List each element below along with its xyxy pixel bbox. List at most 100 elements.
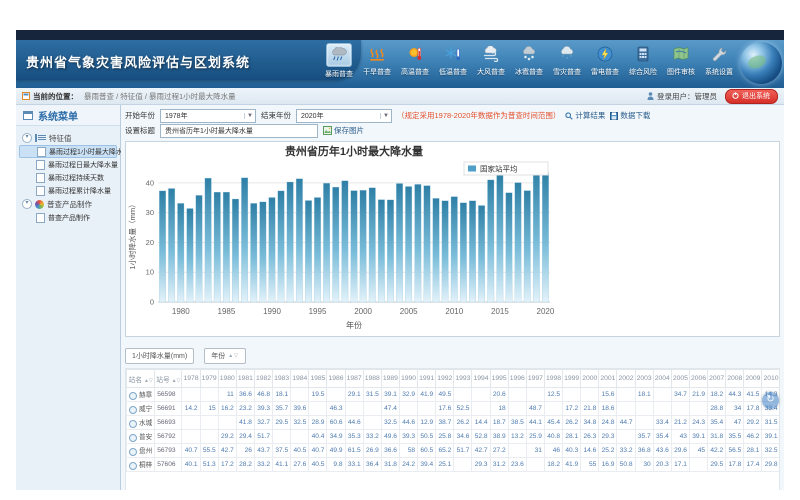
nav-item-大风普查[interactable]: 大风普查 (472, 43, 510, 85)
document-icon (36, 186, 45, 196)
precip-value (182, 388, 200, 402)
calculate-button[interactable]: 计算结果 (565, 110, 605, 121)
precip-value (508, 388, 526, 402)
nav-item-综合风险[interactable]: 综合风险 (624, 43, 662, 85)
tree-leaf-暴雨过程持续天数[interactable]: 暴雨过程持续天数 (19, 171, 117, 184)
expand-icon[interactable]: ▾ (22, 199, 32, 209)
tree-leaf-暴雨过程累计降水量[interactable]: 暴雨过程累计降水量 (19, 184, 117, 197)
col-header-year[interactable]: 1996 (508, 370, 526, 388)
nav-item-低温普查[interactable]: 低温普查 (434, 43, 472, 85)
logout-button[interactable]: 退出系统 (725, 89, 778, 104)
save-image-button[interactable]: 保存图片 (323, 125, 364, 136)
col-header-year[interactable]: 1979 (200, 370, 218, 388)
nav-item-label: 图件审核 (667, 67, 695, 77)
row-expand-icon[interactable] (129, 420, 137, 428)
col-header-year[interactable]: 1980 (218, 370, 236, 388)
col-header-year[interactable]: 2006 (689, 370, 707, 388)
col-header-year[interactable]: 1983 (273, 370, 291, 388)
precip-value: 44.6 (399, 416, 417, 430)
col-header-year[interactable]: 1987 (345, 370, 363, 388)
end-year-select[interactable]: 2020年▼ (296, 109, 392, 123)
col-header-year[interactable]: 1994 (472, 370, 490, 388)
tree-group-特征值[interactable]: ▾特征值 (19, 131, 117, 145)
station-name: 赫章 (127, 388, 155, 402)
sort-icon[interactable]: ▲▽ (172, 378, 181, 384)
col-header-year[interactable]: 2008 (726, 370, 744, 388)
precip-value: 16.9 (599, 458, 617, 472)
precip-value (200, 430, 218, 444)
col-header-站名[interactable]: 站名 ▲▽ (127, 370, 155, 388)
filter-chip-年份[interactable]: 年份▲▽ (204, 348, 246, 364)
col-header-year[interactable]: 1999 (563, 370, 581, 388)
col-header-year[interactable]: 2005 (671, 370, 689, 388)
precip-value: 52.5 (454, 402, 472, 416)
nav-item-雪灾普查[interactable]: ***雪灾普查 (548, 43, 586, 85)
col-header-year[interactable]: 1992 (436, 370, 454, 388)
station-id: 56598 (155, 388, 182, 402)
precip-value (273, 430, 291, 444)
tree-leaf-普查产品制作[interactable]: 普查产品制作 (19, 211, 117, 224)
col-header-year[interactable]: 1995 (490, 370, 508, 388)
filter-chip-1小时降水量(mm)[interactable]: 1小时降水量(mm) (125, 348, 194, 364)
table-row[interactable]: 赫章565981136.646.818.119.529.131.539.132.… (127, 388, 781, 402)
svg-text:2000: 2000 (354, 307, 372, 316)
row-expand-icon[interactable] (129, 462, 137, 470)
col-header-year[interactable]: 2004 (653, 370, 671, 388)
tree-leaf-暴雨过程1小时最大降水量[interactable]: 暴雨过程1小时最大降水量 (19, 145, 117, 158)
station-name: 盘州 (127, 444, 155, 458)
col-header-year[interactable]: 1984 (291, 370, 309, 388)
nav-item-暴雨普查[interactable]: 暴雨普查 (320, 43, 358, 85)
table-row[interactable]: 普安5679229.229.451.740.434.935.333.249.63… (127, 430, 781, 444)
col-header-year[interactable]: 1986 (327, 370, 345, 388)
col-header-year[interactable]: 1997 (526, 370, 544, 388)
nav-item-干旱普查[interactable]: 干旱普查 (358, 43, 396, 85)
refresh-fab-button[interactable]: ↻ (762, 392, 779, 409)
table-row[interactable]: 水城5669341.832.729.532.528.960.644.632.54… (127, 416, 781, 430)
table-row[interactable]: 威宁5669114.21516.223.239.335.739.646.347.… (127, 402, 781, 416)
precip-value (581, 388, 599, 402)
col-header-站号[interactable]: 站号 ▲▽ (155, 370, 182, 388)
nav-item-冰雹普查[interactable]: 冰雹普查 (510, 43, 548, 85)
breadcrumb[interactable]: 暴雨普查 / 特征值 / 暴雨过程1小时最大降水量 (84, 91, 236, 102)
col-header-year[interactable]: 1985 (309, 370, 327, 388)
col-header-year[interactable]: 1991 (418, 370, 436, 388)
col-header-year[interactable]: 2010 (762, 370, 780, 388)
col-header-year[interactable]: 1989 (381, 370, 399, 388)
col-header-year[interactable]: 2002 (617, 370, 635, 388)
col-header-year[interactable]: 1993 (454, 370, 472, 388)
row-expand-icon[interactable] (129, 392, 137, 400)
row-expand-icon[interactable] (129, 406, 137, 414)
tree-leaf-暴雨过程日最大降水量[interactable]: 暴雨过程日最大降水量 (19, 158, 117, 171)
nav-item-高温普查[interactable]: 高温普查 (396, 43, 434, 85)
nav-item-图件审核[interactable]: 图件审核 (662, 43, 700, 85)
table-row[interactable]: 桐梓5760640.151.317.228.233.241.127.640.59… (127, 458, 781, 472)
col-header-year[interactable]: 2000 (581, 370, 599, 388)
save-image-label: 保存图片 (334, 125, 364, 136)
location-label-wrap: 当前的位置： (22, 91, 78, 102)
high-temp-icon (403, 43, 427, 65)
download-button[interactable]: 数据下载 (610, 110, 650, 121)
col-header-year[interactable]: 2003 (635, 370, 653, 388)
chart-title-input[interactable]: 贵州省历年1小时最大降水量 (160, 124, 318, 138)
tree-group-普查产品制作[interactable]: ▾普查产品制作 (19, 197, 117, 211)
col-header-year[interactable]: 2007 (708, 370, 726, 388)
tree-leaf-label: 暴雨过程累计降水量 (48, 186, 111, 196)
start-year-select[interactable]: 1978年▼ (160, 109, 256, 123)
sort-icon[interactable]: ▲▽ (228, 353, 239, 359)
expand-icon[interactable]: ▾ (22, 133, 32, 143)
col-header-year[interactable]: 2001 (599, 370, 617, 388)
sort-icon[interactable]: ▲▽ (144, 378, 153, 384)
row-expand-icon[interactable] (129, 448, 137, 456)
col-header-year[interactable]: 1988 (363, 370, 381, 388)
col-header-year[interactable]: 1998 (544, 370, 562, 388)
row-expand-icon[interactable] (129, 434, 137, 442)
nav-item-雷电普查[interactable]: 雷电普查 (586, 43, 624, 85)
table-row[interactable]: 盘州5679340.755.542.72643.737.540.540.749.… (127, 444, 781, 458)
col-header-year[interactable]: 1982 (254, 370, 272, 388)
col-header-year[interactable]: 2009 (744, 370, 762, 388)
col-header-year[interactable]: 1978 (182, 370, 200, 388)
col-header-year[interactable]: 1981 (236, 370, 254, 388)
nav-item-系统设置[interactable]: 系统设置 (700, 43, 738, 85)
col-header-year[interactable]: 1990 (399, 370, 417, 388)
precip-value: 35.5 (726, 430, 744, 444)
